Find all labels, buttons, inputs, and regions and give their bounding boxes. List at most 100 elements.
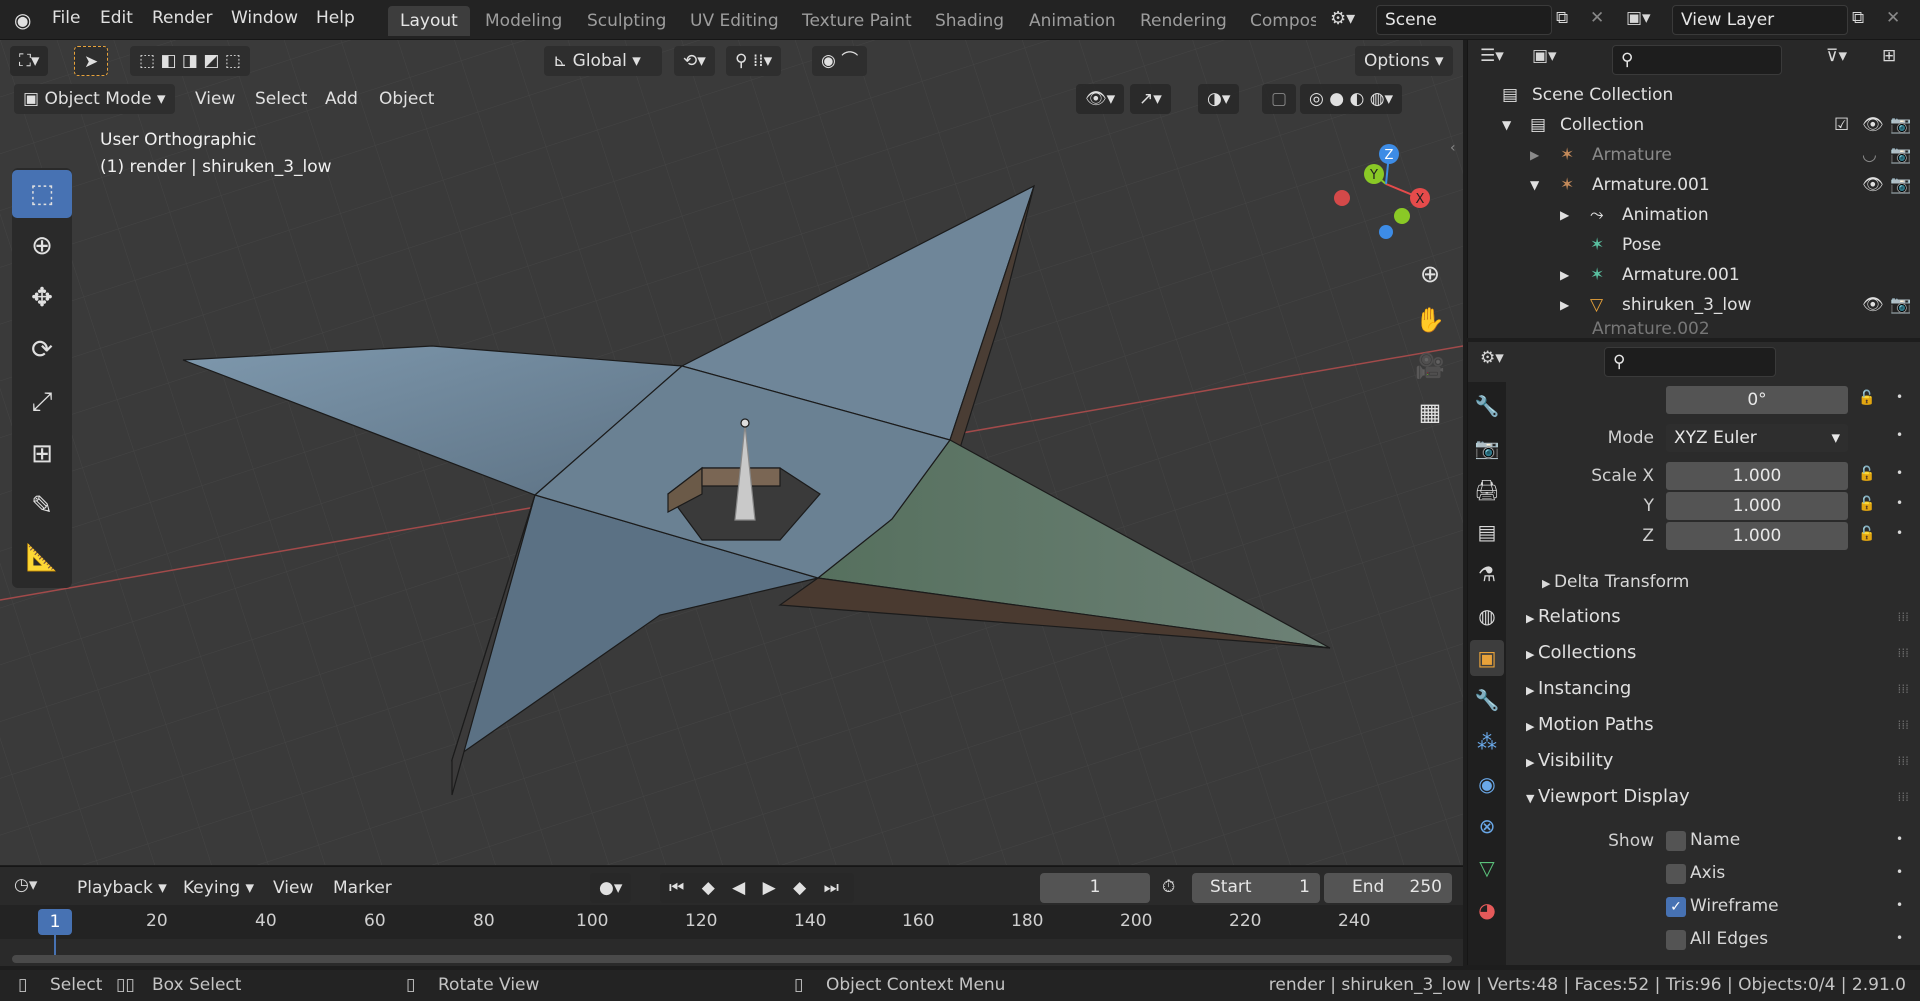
camera-icon[interactable]: 📷 [1890,170,1911,200]
menu-render[interactable]: Render [152,8,213,28]
new-scene-icon[interactable]: ⧉ [1556,8,1568,28]
view-layer-icon[interactable]: ▣▾ [1626,8,1651,28]
tool-tab-icon[interactable]: 🔧 [1470,388,1504,424]
move-icon[interactable]: ✥ [12,274,72,322]
keyframe-dot-icon[interactable]: • [1896,466,1903,480]
panel-visibility[interactable]: ▶ Visibility ⁞⁞⁞ [1512,744,1920,778]
tab-sculpting[interactable]: Sculpting [575,6,678,36]
options-dropdown[interactable]: Options ▾ [1355,46,1453,76]
display-mode-icon[interactable]: ☰▾ [1480,46,1504,66]
overlays-toggle[interactable]: ◑▾ [1198,84,1240,114]
keyframe-dot-icon[interactable]: • [1896,832,1903,846]
eye-icon[interactable]: 👁 [1862,110,1884,140]
drag-handle-icon[interactable]: ⁞⁞⁞ [1898,636,1909,670]
cursor-icon[interactable]: ⊕ [12,222,72,270]
outliner-row-scene-collection[interactable]: ▤ Scene Collection [1468,80,1920,110]
scale-x-field[interactable]: 1.000 [1666,462,1848,490]
menu-help[interactable]: Help [316,8,355,28]
tab-animation[interactable]: Animation [1017,6,1128,36]
rotation-z-field[interactable]: 0° [1666,386,1848,414]
particles-tab-icon[interactable]: ⁂ [1470,724,1504,760]
show-name-checkbox[interactable] [1666,831,1686,851]
outliner-search-input[interactable]: ⚲ [1612,45,1782,75]
menu-timeline-view[interactable]: View [264,873,322,903]
annotate-icon[interactable]: ✎ [12,482,72,530]
panel-collections[interactable]: ▶ Collections ⁞⁞⁞ [1512,636,1920,670]
camera-icon[interactable]: 📷 [1890,110,1911,140]
3d-viewport[interactable]: ⛶▾ ➤ ⬚ ◧ ◨ ◩ ⬚ ⊾ Global ▾ ⟲▾ ⚲ ⁞⁞▾ ◉ ⌒ O… [0,40,1463,865]
eye-closed-icon[interactable]: ◡ [1862,140,1877,170]
scale-z-field[interactable]: 1.000 [1666,522,1848,550]
lock-icon[interactable]: 🔓 [1858,390,1875,406]
keyframe-dot-icon[interactable]: • [1896,428,1903,442]
tab-uv-editing[interactable]: UV Editing [678,6,791,36]
camera-view-icon[interactable]: 🎥 [1410,346,1450,386]
scene-name-field[interactable]: Scene [1376,5,1552,35]
scale-y-field[interactable]: 1.000 [1666,492,1848,520]
selection-mode-buttons[interactable]: ⬚ ◧ ◨ ◩ ⬚ [130,46,250,76]
output-tab-icon[interactable]: 🖨 [1470,472,1504,508]
new-collection-icon[interactable]: ⊞ [1882,46,1896,66]
proportional-editing-toggle[interactable]: ◉ ⌒ [812,46,868,76]
sidebar-collapse-icon[interactable]: ‹ [1450,140,1456,156]
menu-file[interactable]: File [52,8,80,28]
view-layer-field[interactable]: View Layer [1672,5,1848,35]
show-wireframe-checkbox[interactable]: ✓ [1666,897,1686,917]
playback-controls[interactable]: ⏮ ◆ ◀ ▶ ◆ ⏭ [660,873,854,903]
tab-rendering[interactable]: Rendering [1128,6,1239,36]
outliner-row[interactable]: ✶ Pose [1468,230,1920,260]
scale-icon[interactable]: ⤢ [12,378,72,426]
menu-select[interactable]: Select [246,84,316,114]
camera-icon[interactable]: 📷 [1890,140,1911,170]
close-scene-icon[interactable]: ✕ [1590,8,1604,28]
scene-tab-icon[interactable]: ⚗ [1470,556,1504,592]
menu-playback[interactable]: Playback ▾ [68,873,176,903]
timeline-scrollbar[interactable] [12,955,1452,963]
shading-modes[interactable]: ◎ ● ◐ ◍▾ [1300,84,1403,114]
lock-icon[interactable]: 🔓 [1858,466,1875,482]
delta-transform-subpanel[interactable]: ▶ Delta Transform [1542,572,1689,592]
visibility-dropdown[interactable]: 👁▾ [1076,84,1125,114]
tab-shading[interactable]: Shading [923,6,1016,36]
object-tab-icon[interactable]: ▣ [1470,640,1504,676]
panel-viewport-display[interactable]: ▼ Viewport Display ⁞⁞⁞ [1512,780,1920,814]
playhead-frame[interactable]: 1 [38,909,72,935]
close-view-layer-icon[interactable]: ✕ [1886,8,1900,28]
filter-type-icon[interactable]: ▣▾ [1532,46,1557,66]
zoom-icon[interactable]: ⊕ [1410,254,1450,294]
navigation-gizmo[interactable]: X Y Z [1330,136,1450,246]
menu-object[interactable]: Object [370,84,443,114]
pivot-point-dropdown[interactable]: ⟲▾ [674,46,715,76]
pan-hand-icon[interactable]: ✋ [1410,300,1450,340]
drag-handle-icon[interactable]: ⁞⁞⁞ [1898,600,1909,634]
drag-handle-icon[interactable]: ⁞⁞⁞ [1898,780,1909,814]
keyframe-dot-icon[interactable]: • [1896,865,1903,879]
measure-icon[interactable]: 📐 [12,534,72,582]
menu-marker[interactable]: Marker [324,873,401,903]
current-frame-field[interactable]: 1 [1040,873,1150,903]
modifiers-tab-icon[interactable]: 🔧 [1470,682,1504,718]
filter-icon[interactable]: ⊽▾ [1826,46,1847,66]
show-all-edges-checkbox[interactable] [1666,930,1686,950]
outliner-row[interactable]: ▼ ✶ Armature.001 👁 📷 [1468,170,1920,200]
camera-icon[interactable]: 📷 [1890,290,1911,320]
tab-modeling[interactable]: Modeling [473,6,574,36]
stopwatch-icon[interactable]: ⏱ [1162,877,1175,897]
new-view-layer-icon[interactable]: ⧉ [1852,8,1864,28]
menu-add[interactable]: Add [316,84,367,114]
drag-handle-icon[interactable]: ⁞⁞⁞ [1898,672,1909,706]
view-layer-tab-icon[interactable]: ▤ [1470,514,1504,550]
select-mode-icon[interactable]: ➤ [74,46,109,76]
outliner-row[interactable]: ▶ ✶ Armature.001 [1468,260,1920,290]
keyframe-dot-icon[interactable]: • [1896,390,1903,404]
show-axis-checkbox[interactable] [1666,864,1686,884]
snapping-toggle[interactable]: ⚲ ⁞⁞▾ [726,46,782,76]
keyframe-dot-icon[interactable]: • [1896,931,1903,945]
keyframe-dot-icon[interactable]: • [1896,496,1903,510]
panel-relations[interactable]: ▶ Relations ⁞⁞⁞ [1512,600,1920,634]
eye-icon[interactable]: 👁 [1862,290,1884,320]
mode-dropdown[interactable]: ▣ Object Mode ▾ [14,84,175,114]
panel-motion-paths[interactable]: ▶ Motion Paths ⁞⁞⁞ [1512,708,1920,742]
tab-compositing[interactable]: Compos [1238,6,1316,36]
checkbox-icon[interactable]: ☑ [1834,110,1849,140]
